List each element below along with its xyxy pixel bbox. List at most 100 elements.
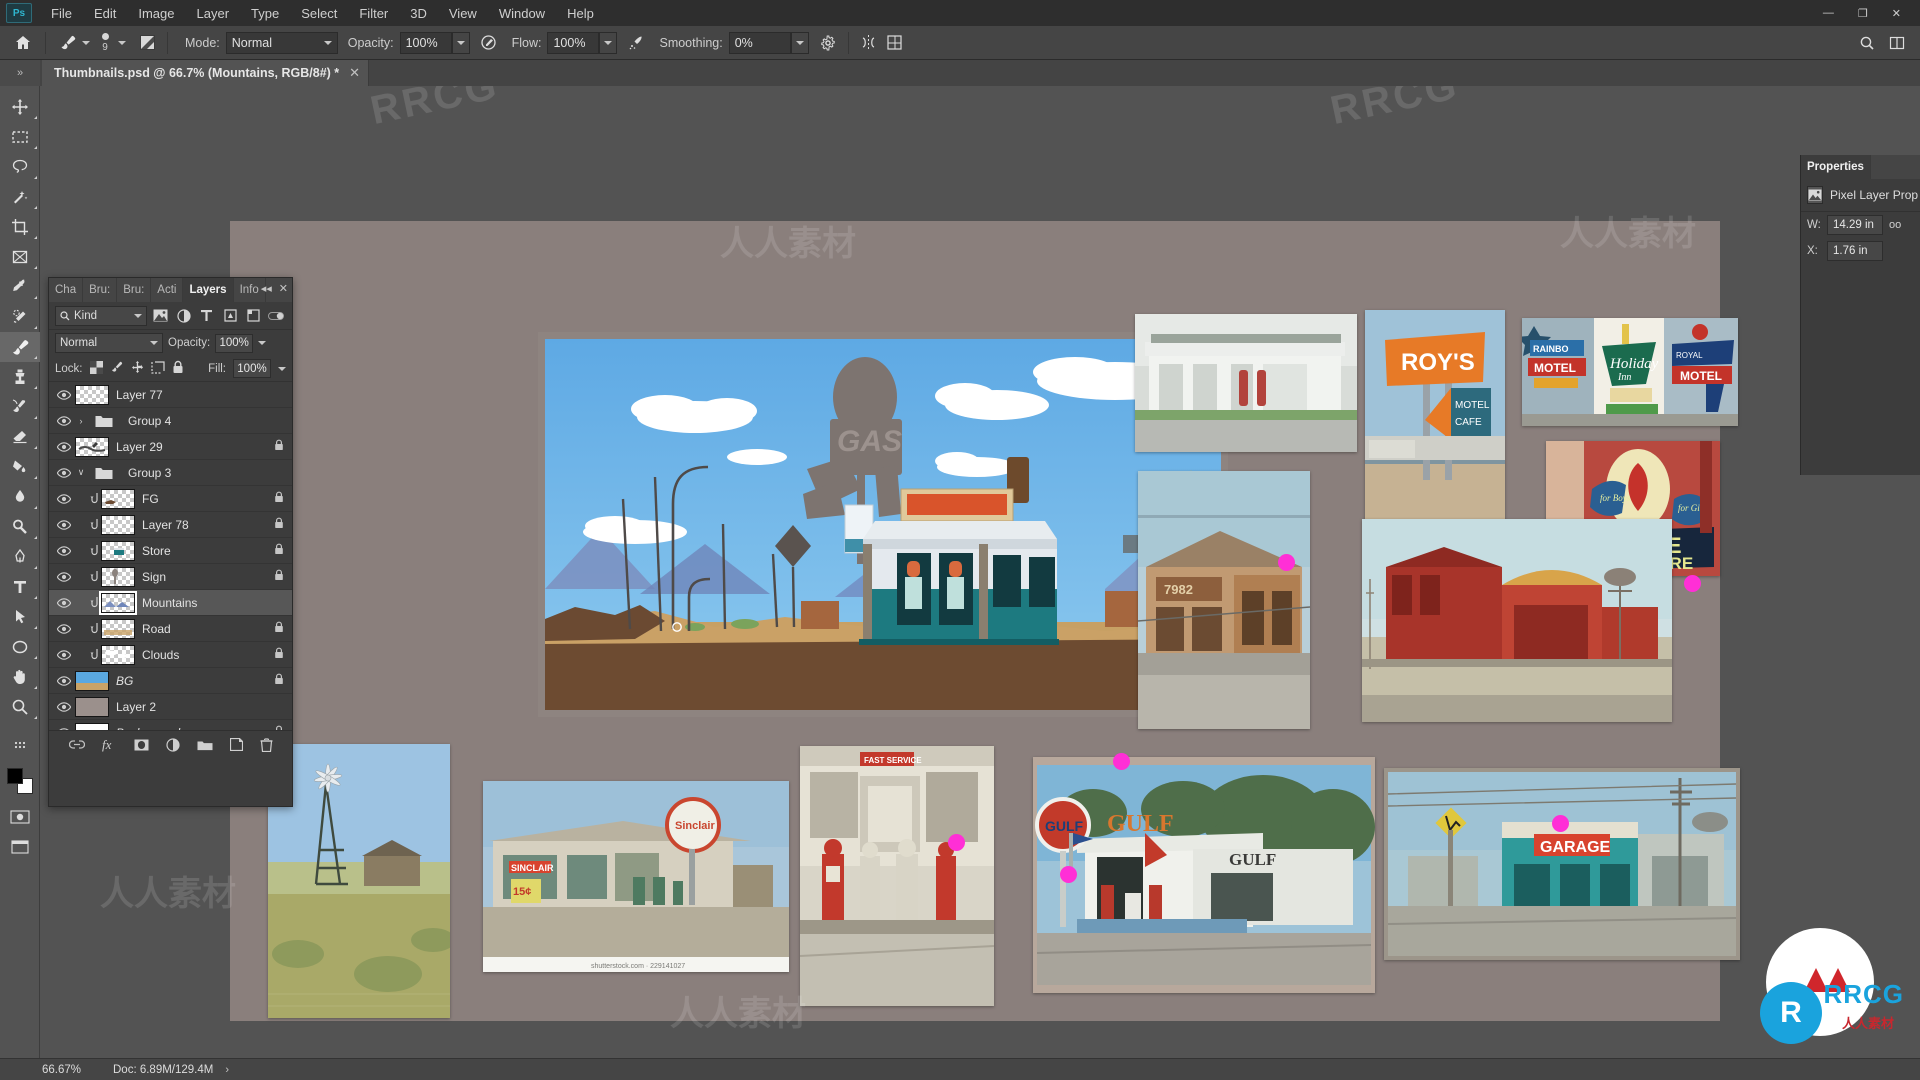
layer-list[interactable]: Layer 77 › Group 4 Layer 29 ∨ Group 3 FG Layer … [49, 382, 292, 730]
width-input[interactable]: 14.29 in [1827, 215, 1883, 235]
ref-sinclair-station[interactable]: SINCLAIR Sinclair 15¢ shutterstock.com · 22… [483, 781, 789, 972]
zoom-tool[interactable] [0, 692, 40, 722]
layer-opacity-input[interactable]: 100% [215, 333, 254, 353]
document-tab[interactable]: Thumbnails.psd @ 66.7% (Mountains, RGB/8… [42, 60, 370, 86]
dodge-tool[interactable] [0, 512, 40, 542]
properties-panel[interactable]: Properties Pixel Layer Prop W: 14.29 in … [1800, 155, 1920, 475]
ref-windmill-field[interactable] [268, 744, 450, 1018]
lock-all-icon[interactable] [172, 360, 184, 377]
collapse-icon[interactable]: ◂◂ [261, 282, 272, 295]
lock-transparent-icon[interactable] [89, 360, 103, 377]
gas-station-illustration[interactable]: GAS [538, 332, 1228, 717]
new-group-button[interactable] [197, 739, 213, 751]
quick-mask-icon[interactable] [0, 802, 40, 832]
opacity-chevron-icon[interactable] [258, 341, 267, 345]
layer-row-group-4[interactable]: › Group 4 [49, 408, 292, 434]
blend-mode-select[interactable]: Normal [225, 31, 338, 54]
foreground-color-swatch[interactable] [7, 768, 23, 784]
color-swatches[interactable] [0, 764, 40, 798]
frame-tool[interactable] [0, 242, 40, 272]
symmetry-icon[interactable] [856, 31, 882, 55]
layer-row-layer-78[interactable]: Layer 78 [49, 512, 292, 538]
menu-filter[interactable]: Filter [348, 2, 399, 25]
layer-visibility-toggle[interactable] [53, 389, 75, 400]
layer-row-store[interactable]: Store [49, 538, 292, 564]
history-brush-tool[interactable] [0, 392, 40, 422]
group-disclosure-triangle[interactable]: › [75, 416, 87, 426]
smoothing-input[interactable]: 0% [728, 31, 791, 54]
tab-actions[interactable]: Acti [151, 278, 184, 302]
menu-window[interactable]: Window [488, 2, 556, 25]
gear-icon[interactable] [815, 31, 841, 55]
blur-tool[interactable] [0, 482, 40, 512]
opacity-stepper[interactable] [451, 31, 470, 54]
pressure-opacity-icon[interactable] [476, 31, 502, 55]
layer-row-group-3[interactable]: ∨ Group 3 [49, 460, 292, 486]
menu-edit[interactable]: Edit [83, 2, 127, 25]
status-expand-arrow[interactable]: › [225, 1064, 229, 1076]
tab-brushes[interactable]: Bru: [83, 278, 118, 302]
menu-layer[interactable]: Layer [186, 2, 241, 25]
screen-mode-icon[interactable] [0, 832, 40, 862]
artboard[interactable]: GAS ROY'S MOTEL CAFE RAINBO MOTEL Holida… [230, 221, 1740, 1021]
layer-row-mountains[interactable]: Mountains [49, 590, 292, 616]
layer-visibility-toggle[interactable] [53, 597, 75, 608]
layer-row-layer-77[interactable]: Layer 77 [49, 382, 292, 408]
ref-motel-signs[interactable]: RAINBO MOTEL Holiday Inn ROYAL MOTEL [1522, 318, 1738, 426]
layer-blend-mode-select[interactable]: Normal [55, 333, 163, 353]
layer-visibility-toggle[interactable] [53, 701, 75, 712]
delete-layer-button[interactable] [260, 737, 273, 752]
fill-chevron-icon[interactable] [278, 366, 286, 371]
layer-visibility-toggle[interactable] [53, 519, 75, 530]
shape-tool[interactable] [0, 632, 40, 662]
layer-visibility-toggle[interactable] [53, 467, 75, 478]
opacity-input[interactable]: 100% [399, 31, 452, 54]
layer-visibility-toggle[interactable] [53, 415, 75, 426]
layer-row-clouds[interactable]: Clouds [49, 642, 292, 668]
layer-visibility-toggle[interactable] [53, 441, 75, 452]
quick-selection-tool[interactable] [0, 182, 40, 212]
smart-object-filter-icon[interactable] [244, 306, 263, 326]
eyedropper-tool[interactable] [0, 272, 40, 302]
marquee-tool[interactable] [0, 122, 40, 152]
adjustment-layer-button[interactable] [165, 737, 180, 752]
close-icon[interactable]: ✕ [279, 282, 288, 295]
layer-visibility-toggle[interactable] [53, 675, 75, 686]
menu-file[interactable]: File [40, 2, 83, 25]
layer-row-layer-2[interactable]: Layer 2 [49, 694, 292, 720]
gradient-tool[interactable] [0, 452, 40, 482]
ref-service-station[interactable] [1135, 314, 1357, 452]
adjustment-filter-icon[interactable] [174, 306, 193, 326]
layer-row-road[interactable]: Road [49, 616, 292, 642]
eraser-tool[interactable] [0, 422, 40, 452]
layer-row-layer-29[interactable]: Layer 29 [49, 434, 292, 460]
search-icon[interactable] [1854, 31, 1880, 55]
flow-stepper[interactable] [599, 31, 618, 54]
brush-panel-icon[interactable] [134, 31, 160, 55]
airbrush-icon[interactable] [623, 31, 649, 55]
layer-visibility-toggle[interactable] [53, 727, 75, 730]
menu-view[interactable]: View [438, 2, 488, 25]
layer-row-sign[interactable]: Sign [49, 564, 292, 590]
flow-input[interactable]: 100% [547, 31, 600, 54]
ref-roys-cafe-sign[interactable]: ROY'S MOTEL CAFE [1365, 310, 1505, 526]
menu-help[interactable]: Help [556, 2, 605, 25]
ref-gas-pumps-interior[interactable]: FAST SERVICE [800, 746, 994, 1006]
healing-brush-tool[interactable] [0, 302, 40, 332]
layer-visibility-toggle[interactable] [53, 623, 75, 634]
layer-visibility-toggle[interactable] [53, 545, 75, 556]
layer-visibility-toggle[interactable] [53, 649, 75, 660]
more-tools-button[interactable] [0, 730, 40, 760]
arrange-documents-icon[interactable] [1884, 31, 1910, 55]
type-tool[interactable] [0, 572, 40, 602]
lock-position-icon[interactable] [131, 360, 144, 377]
brush-tool[interactable] [0, 332, 40, 362]
smoothing-stepper[interactable] [790, 31, 809, 54]
x-input[interactable]: 1.76 in [1827, 241, 1883, 261]
layer-style-button[interactable]: fx [102, 738, 117, 752]
lasso-tool[interactable] [0, 152, 40, 182]
menu-select[interactable]: Select [290, 2, 348, 25]
menu-image[interactable]: Image [127, 2, 185, 25]
ref-red-warehouse[interactable] [1362, 519, 1672, 722]
shape-filter-icon[interactable] [221, 306, 240, 326]
